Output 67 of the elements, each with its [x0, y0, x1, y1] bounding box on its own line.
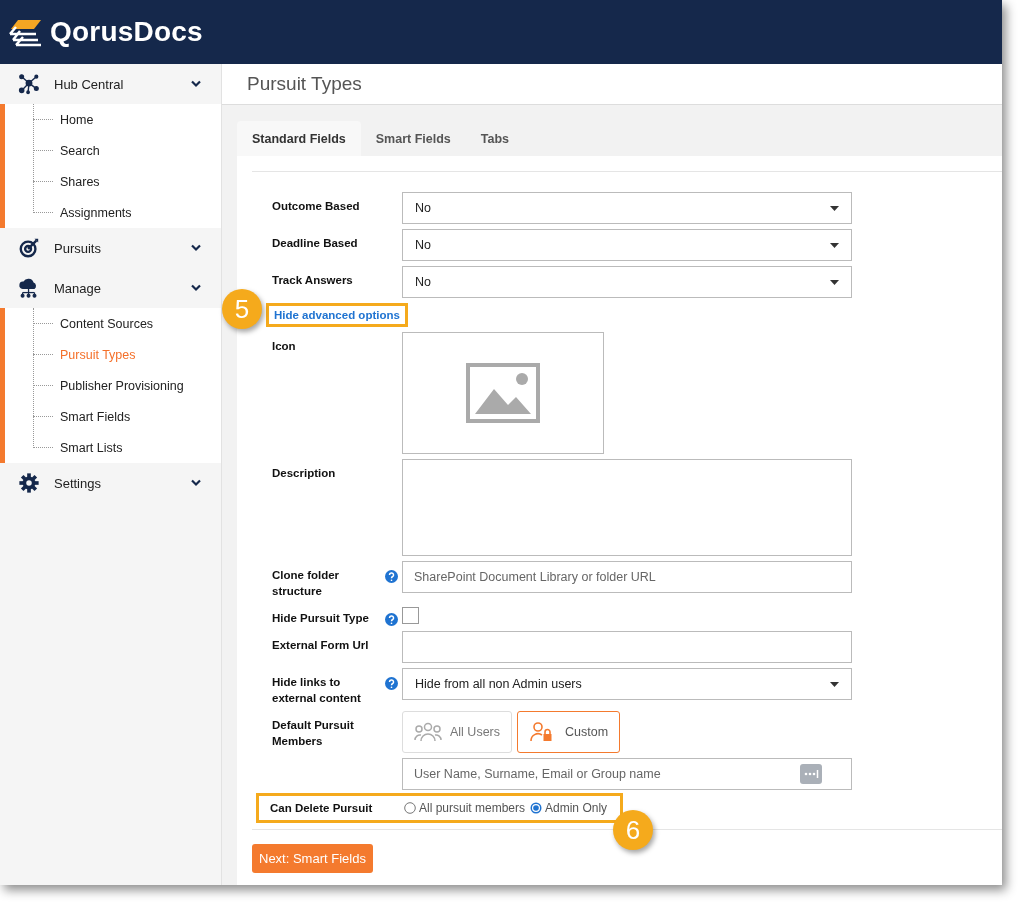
choice-button[interactable]: All Users — [402, 711, 512, 753]
help-icon[interactable] — [385, 613, 398, 626]
tab[interactable]: Smart Fields — [360, 121, 466, 156]
chevron-down-icon — [191, 479, 201, 487]
chevron-down-icon — [191, 284, 201, 292]
nav-item[interactable]: Home — [60, 112, 94, 127]
nav-group[interactable]: Settings — [0, 463, 221, 503]
radio-option[interactable]: Admin Only — [530, 801, 608, 815]
link[interactable]: Hide advanced options — [274, 309, 400, 321]
nav-group-label: Hub Central — [54, 76, 125, 92]
dropdown[interactable]: No — [402, 266, 852, 298]
field-label: Outcome Based — [272, 199, 361, 214]
nav-group-label: Manage — [54, 280, 102, 296]
dropdown[interactable]: Hide from all non Admin users — [402, 668, 852, 700]
field-label: Default Pursuit Members — [272, 718, 355, 749]
field-label: Deadline Based — [272, 236, 359, 251]
logo-icon — [8, 17, 44, 47]
field-label: Can Delete Pursuit — [270, 801, 374, 816]
people-icon — [414, 722, 442, 742]
field-label: Hide links to external content — [272, 675, 362, 706]
nav-group-label: Pursuits — [54, 240, 102, 256]
dropdown[interactable]: No — [402, 192, 852, 224]
nav-item[interactable]: Smart Lists — [60, 440, 123, 455]
field-label: Icon — [272, 339, 297, 354]
caret-icon — [830, 279, 839, 285]
caret-icon — [830, 242, 839, 248]
field-label: Track Answers — [272, 273, 354, 288]
step-badge: 6 — [613, 810, 654, 850]
caret-icon — [830, 205, 839, 211]
image-placeholder-icon — [466, 363, 540, 423]
target-icon — [18, 237, 40, 259]
hub-icon — [18, 73, 40, 95]
nav-item[interactable]: Smart Fields — [60, 409, 131, 424]
nav-item[interactable]: Shares — [60, 174, 100, 189]
nav-group[interactable]: Pursuits — [0, 228, 221, 268]
icon-upload-box[interactable] — [402, 332, 604, 454]
nav-item[interactable]: Publisher Provisioning — [60, 378, 184, 393]
text-area[interactable] — [402, 459, 852, 556]
dropdown[interactable]: No — [402, 229, 852, 261]
radio-option[interactable]: All pursuit members — [404, 801, 526, 815]
help-icon[interactable] — [385, 677, 398, 690]
nav-item[interactable]: Content Sources — [60, 316, 154, 331]
step-badge: 5 — [222, 289, 262, 329]
field-label: Description — [272, 466, 337, 481]
chevron-down-icon — [191, 80, 201, 88]
more-icon[interactable] — [800, 764, 822, 784]
nav-group[interactable]: Manage — [0, 268, 221, 308]
input-field[interactable]: SharePoint Document Library or folder URL — [402, 561, 852, 593]
nav-item[interactable]: Assignments — [60, 205, 132, 220]
help-icon[interactable] — [385, 570, 398, 583]
tab[interactable]: Standard Fields — [237, 121, 361, 156]
field-label: Clone folder structure — [272, 568, 341, 599]
settings-icon — [18, 472, 40, 494]
field-label: External Form Url — [272, 638, 370, 653]
checkbox[interactable] — [402, 607, 419, 624]
field-label: Hide Pursuit Type — [272, 611, 370, 626]
input-field[interactable] — [402, 631, 852, 663]
choice-button[interactable]: Custom — [517, 711, 621, 753]
chevron-down-icon — [191, 244, 201, 252]
caret-icon — [830, 681, 839, 687]
logo-text: QorusDocs — [50, 16, 203, 48]
nav-item[interactable]: Search — [60, 143, 100, 158]
nav-group-label: Settings — [54, 475, 102, 491]
tab[interactable]: Tabs — [465, 121, 525, 156]
page-title: Pursuit Types — [247, 73, 362, 95]
search-field[interactable]: User Name, Surname, Email or Group name — [402, 758, 852, 790]
nav-group[interactable]: Hub Central — [0, 64, 221, 104]
